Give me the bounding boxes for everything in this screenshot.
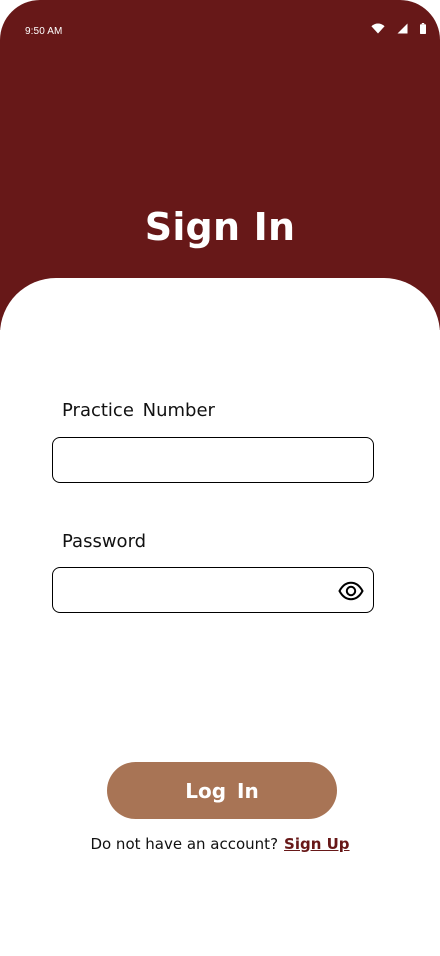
battery-icon [420, 19, 426, 38]
log-in-button[interactable]: Log In [107, 762, 337, 819]
practice-number-field[interactable] [52, 437, 374, 483]
practice-number-input[interactable] [53, 438, 373, 482]
status-time: 9:50 AM [25, 26, 63, 37]
wifi-icon [371, 19, 385, 38]
eye-icon[interactable] [338, 579, 364, 603]
sign-up-link[interactable]: Sign Up [284, 835, 350, 853]
sign-in-screen: 9:50 AM Sign In Practice Number Password… [0, 0, 440, 956]
practice-number-label: Practice Number [62, 400, 215, 421]
page-title: Sign In [144, 205, 296, 249]
cellular-signal-icon [397, 19, 408, 38]
signup-prompt-row: Do not have an account? Sign Up [0, 835, 440, 853]
password-label: Password [62, 531, 147, 552]
status-bar: 9:50 AM [0, 0, 440, 50]
signup-prompt-text: Do not have an account? [90, 835, 279, 853]
password-field[interactable] [52, 567, 374, 613]
status-icons [371, 21, 426, 35]
form-sheet [0, 278, 440, 956]
password-input[interactable] [53, 568, 373, 612]
